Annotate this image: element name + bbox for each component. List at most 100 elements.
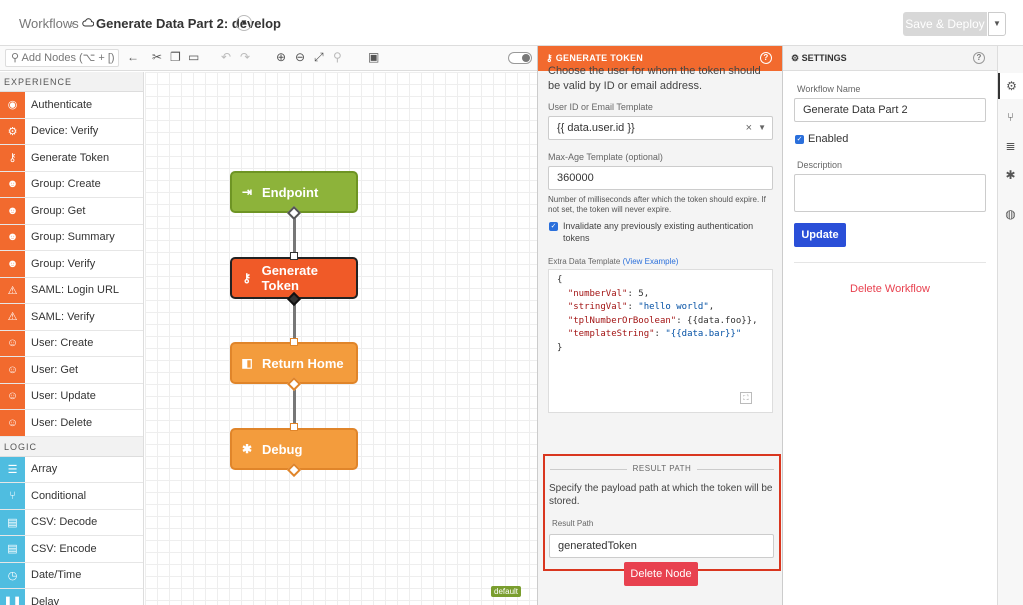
input-port[interactable] (290, 252, 298, 260)
fingerprint-icon: ◉ (0, 92, 25, 118)
description-textarea[interactable] (794, 174, 986, 212)
palette-item-label: Device: Verify (31, 125, 99, 138)
workflow-name-label: Workflow Name (797, 84, 861, 94)
settings-gear-icon[interactable]: ⚙ (998, 73, 1023, 99)
palette-item[interactable]: ◉ Authenticate (0, 92, 143, 119)
editor-toolbar: ⚲ Add Nodes (⌥ + [) ← ✂ ❐ ▭ ↶ ↷ ⊕ ⊖ ⤢ ⚲ … (0, 46, 537, 71)
globe-icon[interactable]: ◍ (998, 201, 1023, 227)
palette-item-label: Group: Create (31, 178, 101, 191)
delete-node-button[interactable]: Delete Node (624, 562, 698, 586)
palette-item-label: CSV: Decode (31, 516, 98, 529)
result-path-input[interactable]: generatedToken (549, 534, 774, 558)
zoom-out-icon[interactable]: ⊖ (295, 50, 305, 64)
input-port[interactable] (290, 423, 298, 431)
key-icon: ⚷ (546, 53, 553, 63)
collapse-arrow-icon[interactable]: ← (127, 50, 139, 64)
expand-editor-icon[interactable]: ⛶ (740, 392, 752, 404)
zoom-in-icon[interactable]: ⊕ (276, 50, 286, 64)
breadcrumb-separator: › (70, 16, 75, 31)
copy-icon[interactable]: ❐ (170, 50, 181, 64)
help-icon[interactable]: ? (760, 52, 772, 64)
palette-item-label: Array (31, 463, 58, 476)
debug-bug-icon[interactable]: ✱ (998, 162, 1023, 188)
storage-icon[interactable]: ≣ (998, 133, 1023, 159)
palette-item[interactable]: ▤ CSV: Decode (0, 509, 143, 536)
palette-item[interactable]: ⚙ Device: Verify (0, 118, 143, 145)
fit-screen-icon[interactable]: ⤢ (314, 50, 324, 65)
node-panel-title: GENERATE TOKEN (555, 53, 644, 63)
palette-item[interactable]: ❚❚ Delay (0, 589, 143, 605)
workflow-canvas[interactable]: ⇥ Endpoint ⚷ Generate Token ◧ Return Home ✱… (145, 72, 537, 605)
save-deploy-button[interactable]: Save & Deploy (903, 12, 987, 36)
list-icon: ☰ (0, 456, 25, 482)
workflow-dropdown-icon[interactable]: ▼ (236, 15, 252, 31)
palette-item[interactable]: ⚠ SAML: Login URL (0, 277, 143, 304)
clock-icon: ◷ (0, 562, 25, 588)
device-verify-icon: ⚙ (0, 118, 25, 144)
group-summary-icon: ☻ (0, 224, 25, 250)
section-experience: EXPERIENCE (0, 72, 143, 92)
chevron-down-icon[interactable]: ▼ (758, 117, 766, 139)
pause-icon: ❚❚ (0, 589, 25, 605)
add-nodes-search-input[interactable]: ⚲ Add Nodes (⌥ + [) (5, 49, 119, 67)
node-config-panel: ⚷ GENERATE TOKEN ? Choose the user for w… (537, 46, 783, 605)
palette-item[interactable]: ☻ Group: Create (0, 171, 143, 198)
palette-item[interactable]: ⚠ SAML: Verify (0, 304, 143, 331)
palette-item-label: Authenticate (31, 98, 93, 111)
palette-item[interactable]: ☻ Group: Get (0, 198, 143, 225)
user-intro-text: Choose the user for whom the token shoul… (548, 65, 761, 92)
saml-login-icon: ⚠ (0, 277, 25, 303)
bug-icon: ✱ (241, 442, 253, 456)
palette-item-label: CSV: Encode (31, 542, 97, 555)
document-icon: ▤ (0, 509, 25, 535)
palette-item-label: User: Create (31, 337, 94, 350)
palette-item[interactable]: ⑂ Conditional (0, 483, 143, 510)
update-button[interactable]: Update (794, 223, 846, 247)
view-example-link[interactable]: (View Example) (623, 257, 679, 266)
user-template-label: User ID or Email Template (548, 102, 653, 112)
palette-item[interactable]: ☺ User: Get (0, 357, 143, 384)
endpoint-icon: ⇥ (241, 185, 253, 199)
result-path-section: RESULT PATH Specify the payload path at … (543, 454, 781, 571)
extra-data-label: Extra Data Template (View Example) (548, 257, 679, 266)
palette-item[interactable]: ☺ User: Create (0, 330, 143, 357)
palette-item[interactable]: ☺ User: Update (0, 383, 143, 410)
invalidate-checkbox[interactable]: ✓ (549, 222, 558, 231)
paste-icon[interactable]: ▭ (188, 50, 199, 64)
palette-item[interactable]: ☺ User: Delete (0, 410, 143, 437)
canvas-toggle[interactable] (508, 52, 532, 64)
save-options-dropdown-icon[interactable]: ▼ (988, 12, 1006, 36)
palette-item-label: Date/Time (31, 569, 82, 582)
palette-item-label: Generate Token (31, 151, 110, 164)
enabled-checkbox[interactable]: ✓ (795, 135, 804, 144)
palette-item[interactable]: ▤ CSV: Encode (0, 536, 143, 563)
undo-icon[interactable]: ↶ (221, 50, 231, 64)
user-template-select[interactable]: {{ data.user.id }} × ▼ (548, 116, 773, 140)
settings-panel: ⚙ SETTINGS ? Workflow Name Generate Data… (783, 46, 997, 605)
redo-icon[interactable]: ↷ (240, 50, 250, 64)
delete-workflow-link[interactable]: Delete Workflow (783, 283, 997, 295)
palette-item[interactable]: ☰ Array (0, 456, 143, 483)
palette-item[interactable]: ⚷ Generate Token (0, 145, 143, 172)
palette-item-label: SAML: Verify (31, 310, 95, 323)
search-icon: ⚲ (11, 52, 20, 64)
zoom-reset-icon[interactable]: ⚲ (333, 50, 342, 64)
workflow-name-input[interactable]: Generate Data Part 2 (794, 98, 986, 122)
add-comment-icon[interactable]: ▣ (368, 50, 379, 64)
cut-icon[interactable]: ✂ (152, 50, 162, 64)
group-get-icon: ☻ (0, 198, 25, 224)
palette-item[interactable]: ☻ Group: Verify (0, 251, 143, 278)
version-branch-icon[interactable]: ⑂ (998, 104, 1023, 130)
palette-item-label: SAML: Login URL (31, 284, 120, 297)
user-create-icon: ☺ (0, 330, 25, 356)
palette-item[interactable]: ◷ Date/Time (0, 562, 143, 589)
result-path-label: Result Path (552, 519, 594, 528)
palette-item[interactable]: ☻ Group: Summary (0, 224, 143, 251)
palette-item-label: User: Update (31, 390, 96, 403)
settings-header: ⚙ SETTINGS ? (783, 46, 997, 71)
clear-icon[interactable]: × (746, 117, 752, 139)
extra-data-code-editor[interactable]: { "numberVal": 5, "stringVal": "hello wo… (548, 269, 773, 413)
help-icon[interactable]: ? (973, 52, 985, 64)
input-port[interactable] (290, 338, 298, 346)
maxage-input[interactable]: 360000 (548, 166, 773, 190)
